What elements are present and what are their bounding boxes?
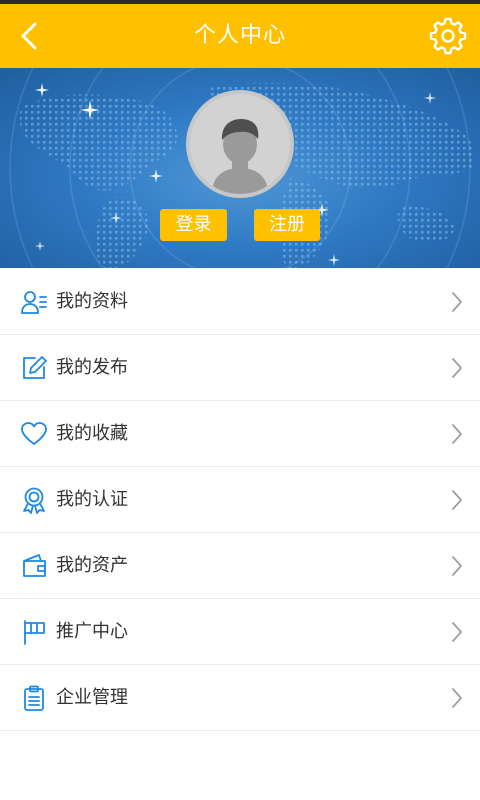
flag-icon <box>24 620 45 645</box>
chevron-right-icon <box>452 688 462 708</box>
menu-item-label: 我的资产 <box>56 555 128 576</box>
avatar[interactable] <box>190 94 290 194</box>
chevron-right-icon <box>452 358 462 378</box>
menu-item-label: 推广中心 <box>56 621 128 642</box>
menu-item-my-profile[interactable]: 我的资料 <box>0 269 480 335</box>
settings-button[interactable] <box>424 12 472 60</box>
menu-item-label: 我的认证 <box>56 489 128 510</box>
heart-icon <box>21 422 47 445</box>
app-header: 个人中心 <box>0 4 480 68</box>
menu-item-my-favorites[interactable]: 我的收藏 <box>0 401 480 467</box>
page-title: 个人中心 <box>193 23 286 48</box>
menu-item-promotion-center[interactable]: 推广中心 <box>0 599 480 665</box>
award-badge-icon <box>23 487 45 514</box>
default-avatar-icon <box>190 94 290 194</box>
chevron-right-icon <box>452 424 462 444</box>
login-button[interactable]: 登录 <box>160 209 227 241</box>
menu-item-my-posts[interactable]: 我的发布 <box>0 335 480 401</box>
edit-icon <box>23 356 47 379</box>
clipboard-icon <box>24 685 44 711</box>
menu-item-label: 企业管理 <box>56 687 128 708</box>
chevron-right-icon <box>452 490 462 510</box>
wallet-icon <box>23 554 46 577</box>
menu-list: 我的资料 我的发布 我的收藏 我的认证 我的资产 推广中心 企业管理 <box>0 269 480 731</box>
register-button[interactable]: 注册 <box>254 209 320 241</box>
gear-icon <box>429 17 467 55</box>
menu-item-label: 我的资料 <box>56 291 128 312</box>
chevron-right-icon <box>452 292 462 312</box>
profile-banner: 登录 注册 <box>0 68 480 268</box>
menu-item-enterprise-management[interactable]: 企业管理 <box>0 665 480 731</box>
profile-card-icon <box>21 291 47 314</box>
menu-item-my-certification[interactable]: 我的认证 <box>0 467 480 533</box>
menu-item-label: 我的收藏 <box>56 423 128 444</box>
chevron-right-icon <box>452 622 462 642</box>
menu-item-label: 我的发布 <box>56 357 128 378</box>
chevron-right-icon <box>452 556 462 576</box>
menu-item-my-assets[interactable]: 我的资产 <box>0 533 480 599</box>
